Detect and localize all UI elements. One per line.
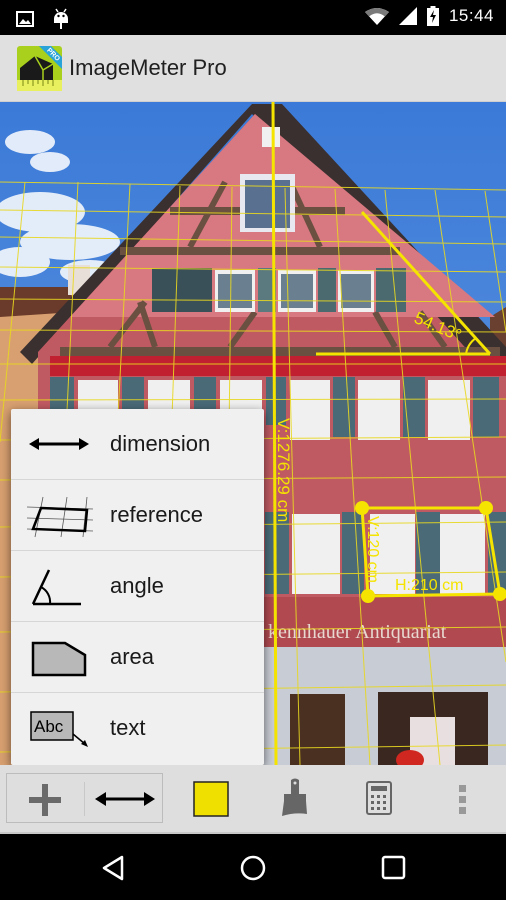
paintbrush-icon[interactable] [280,778,310,818]
app-title: ImageMeter Pro [69,55,227,80]
menu-item-dimension[interactable]: dimension [11,409,264,480]
dimension-arrow-icon[interactable] [93,788,157,810]
app-logo-icon: PRO [17,46,62,91]
reference-grid-icon [26,496,93,538]
android-notification-icon [54,8,68,29]
angle-icon [31,569,81,606]
tool-group [6,773,163,823]
plus-icon[interactable] [27,782,63,818]
menu-label: text [110,715,146,740]
menu-label: dimension [110,431,211,456]
color-swatch-icon[interactable] [193,781,229,817]
tool-popup-menu: dimension reference angle area Abc text [11,409,264,765]
area-polygon-icon [31,641,87,677]
home-icon[interactable] [239,854,267,882]
overflow-menu-icon[interactable] [457,783,469,815]
image-notification-icon [16,11,34,27]
menu-item-angle[interactable]: angle [11,551,264,622]
text-label-icon: Abc [30,711,88,747]
recents-icon[interactable] [380,854,406,882]
menu-label: area [110,644,155,669]
app-bar: PRO ImageMeter Pro [0,35,506,102]
tool-divider [84,782,85,816]
wifi-icon [364,8,389,25]
abc-icon-text: Abc [34,717,64,736]
menu-label: reference [110,502,203,527]
status-bar: 15:44 [0,0,506,35]
reference-horizontal-label: H:210 cm [395,577,463,594]
reference-vertical-label: V:120 cm [364,516,381,583]
calculator-icon[interactable] [366,781,392,815]
menu-item-text[interactable]: Abc text [11,693,264,764]
menu-label: angle [110,573,164,598]
menu-item-reference[interactable]: reference [11,480,264,551]
navigation-bar [0,832,506,900]
dimension-arrow-icon [29,438,89,450]
windows-row-1 [152,268,406,312]
signal-icon [398,7,417,25]
bottom-toolbar [0,765,506,832]
back-icon[interactable] [100,854,126,882]
status-time: 15:44 [448,6,494,25]
battery-charging-icon [426,6,439,26]
handle-bottom-left[interactable] [361,589,375,603]
vertical-dimension-label[interactable]: V:1276.29 cm [274,418,293,522]
handle-top-left[interactable] [355,501,369,515]
menu-item-area[interactable]: area [11,622,264,693]
handle-top-right[interactable] [479,501,493,515]
shop-sign: kennhauer Antiquariat [268,621,447,643]
